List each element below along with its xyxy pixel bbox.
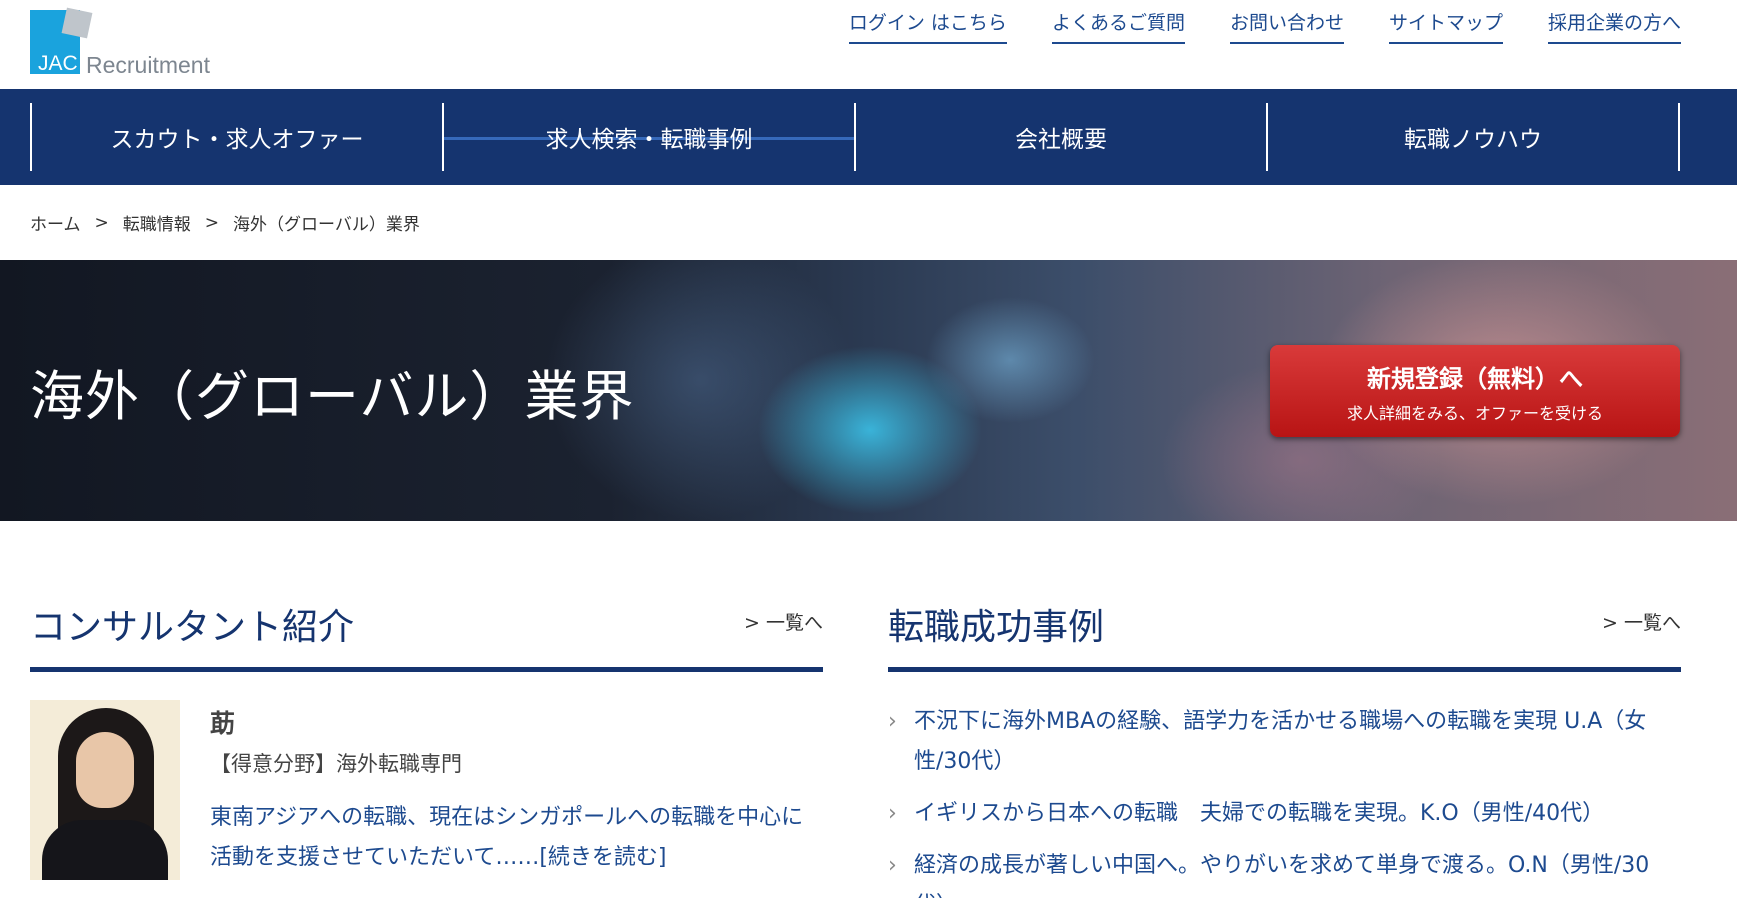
chevron-right-icon: › bbox=[888, 801, 897, 826]
login-link[interactable]: ログイン はこちら bbox=[848, 8, 1007, 44]
section-title: コンサルタント紹介 bbox=[30, 607, 355, 648]
register-button-sublabel: 求人詳細をみる、オファーを受ける bbox=[1346, 403, 1603, 423]
gnav-item-label: 転職ノウハウ bbox=[1404, 127, 1542, 153]
consultant-list-link[interactable]: > 一覧へ bbox=[744, 608, 823, 635]
breadcrumb-home[interactable]: ホーム bbox=[30, 210, 81, 235]
employer-link[interactable]: 採用企業の方へ bbox=[1547, 8, 1681, 44]
success-cases-section: 転職成功事例 > 一覧へ › 不況下に海外MBAの経験、語学力を活かせる職場への… bbox=[888, 590, 1681, 898]
breadcrumb: ホーム > 転職情報 > 海外（グローバル）業界 bbox=[30, 210, 420, 236]
logo-text: Recruitment bbox=[86, 52, 210, 78]
chevron-right-icon: › bbox=[888, 709, 897, 734]
gnav-item-label: スカウト・求人オファー bbox=[110, 127, 364, 153]
consultant-specialty: 【得意分野】海外転職専門 bbox=[210, 752, 462, 776]
cases-list: › 不況下に海外MBAの経験、語学力を活かせる職場への転職を実現 U.A（女性/… bbox=[888, 702, 1681, 898]
jac-recruitment-logo[interactable]: JAC Recruitment bbox=[30, 7, 240, 78]
register-button[interactable]: 新規登録（無料）へ 求人詳細をみる、オファーを受ける bbox=[1270, 345, 1680, 437]
list-item[interactable]: › 不況下に海外MBAの経験、語学力を活かせる職場への転職を実現 U.A（女性/… bbox=[888, 702, 1681, 782]
list-item[interactable]: › 経済の成長が著しい中国へ。やりがいを求めて単身で渡る。O.N（男性/30代） bbox=[888, 846, 1681, 898]
breadcrumb-career-info[interactable]: 転職情報 bbox=[123, 210, 191, 235]
page-title: 海外（グローバル）業界 bbox=[30, 365, 635, 428]
consultant-photo bbox=[30, 700, 180, 880]
sitemap-link[interactable]: サイトマップ bbox=[1388, 8, 1503, 44]
gnav-item-label: 会社概要 bbox=[1015, 127, 1107, 153]
logo-mark-text: JAC bbox=[38, 52, 78, 75]
case-link[interactable]: イギリスから日本への転職 夫婦での転職を実現。K.O（男性/40代） bbox=[914, 801, 1604, 826]
hero-banner: 海外（グローバル）業界 新規登録（無料）へ 求人詳細をみる、オファーを受ける bbox=[0, 260, 1737, 521]
gnav-item-label: 求人検索・転職事例 bbox=[545, 127, 753, 153]
consultant-card: 莇 【得意分野】海外転職専門 東南アジアへの転職、現在はシンガポールへの転職を中… bbox=[30, 700, 823, 890]
breadcrumb-current: 海外（グローバル）業界 bbox=[233, 215, 420, 235]
breadcrumb-separator: > bbox=[204, 212, 219, 233]
gnav-item-job-search[interactable]: 求人検索・転職事例 bbox=[444, 103, 856, 171]
breadcrumb-separator: > bbox=[94, 212, 109, 233]
chevron-right-icon: › bbox=[888, 853, 897, 878]
consultant-description-link[interactable]: 東南アジアへの転職、現在はシンガポールへの転職を中心に活動を支援させていただいて… bbox=[210, 798, 820, 878]
consultant-name: 莇 bbox=[210, 709, 236, 738]
case-link[interactable]: 不況下に海外MBAの経験、語学力を活かせる職場への転職を実現 U.A（女性/30… bbox=[914, 709, 1646, 774]
gnav-item-scout-offer[interactable]: スカウト・求人オファー bbox=[32, 103, 444, 171]
consultant-section: コンサルタント紹介 > 一覧へ 莇 【得意分野】海外転職専門 東南アジアへの転職… bbox=[30, 590, 823, 890]
contact-link[interactable]: お問い合わせ bbox=[1229, 8, 1344, 44]
list-item[interactable]: › イギリスから日本への転職 夫婦での転職を実現。K.O（男性/40代） bbox=[888, 794, 1681, 834]
section-title: 転職成功事例 bbox=[888, 607, 1105, 648]
gnav-item-knowhow[interactable]: 転職ノウハウ bbox=[1268, 103, 1680, 171]
register-button-label: 新規登録（無料）へ bbox=[1367, 364, 1583, 393]
gnav-item-company[interactable]: 会社概要 bbox=[856, 103, 1268, 171]
site-header: JAC Recruitment ログイン はこちら よくあるご質問 お問い合わせ… bbox=[0, 0, 1737, 89]
global-nav: スカウト・求人オファー 求人検索・転職事例 会社概要 転職ノウハウ bbox=[0, 89, 1737, 185]
utility-nav: ログイン はこちら よくあるご質問 お問い合わせ サイトマップ 採用企業の方へ bbox=[848, 8, 1681, 44]
faq-link[interactable]: よくあるご質問 bbox=[1051, 8, 1185, 44]
case-link[interactable]: 経済の成長が著しい中国へ。やりがいを求めて単身で渡る。O.N（男性/30代） bbox=[914, 853, 1649, 898]
cases-list-link[interactable]: > 一覧へ bbox=[1602, 608, 1681, 635]
